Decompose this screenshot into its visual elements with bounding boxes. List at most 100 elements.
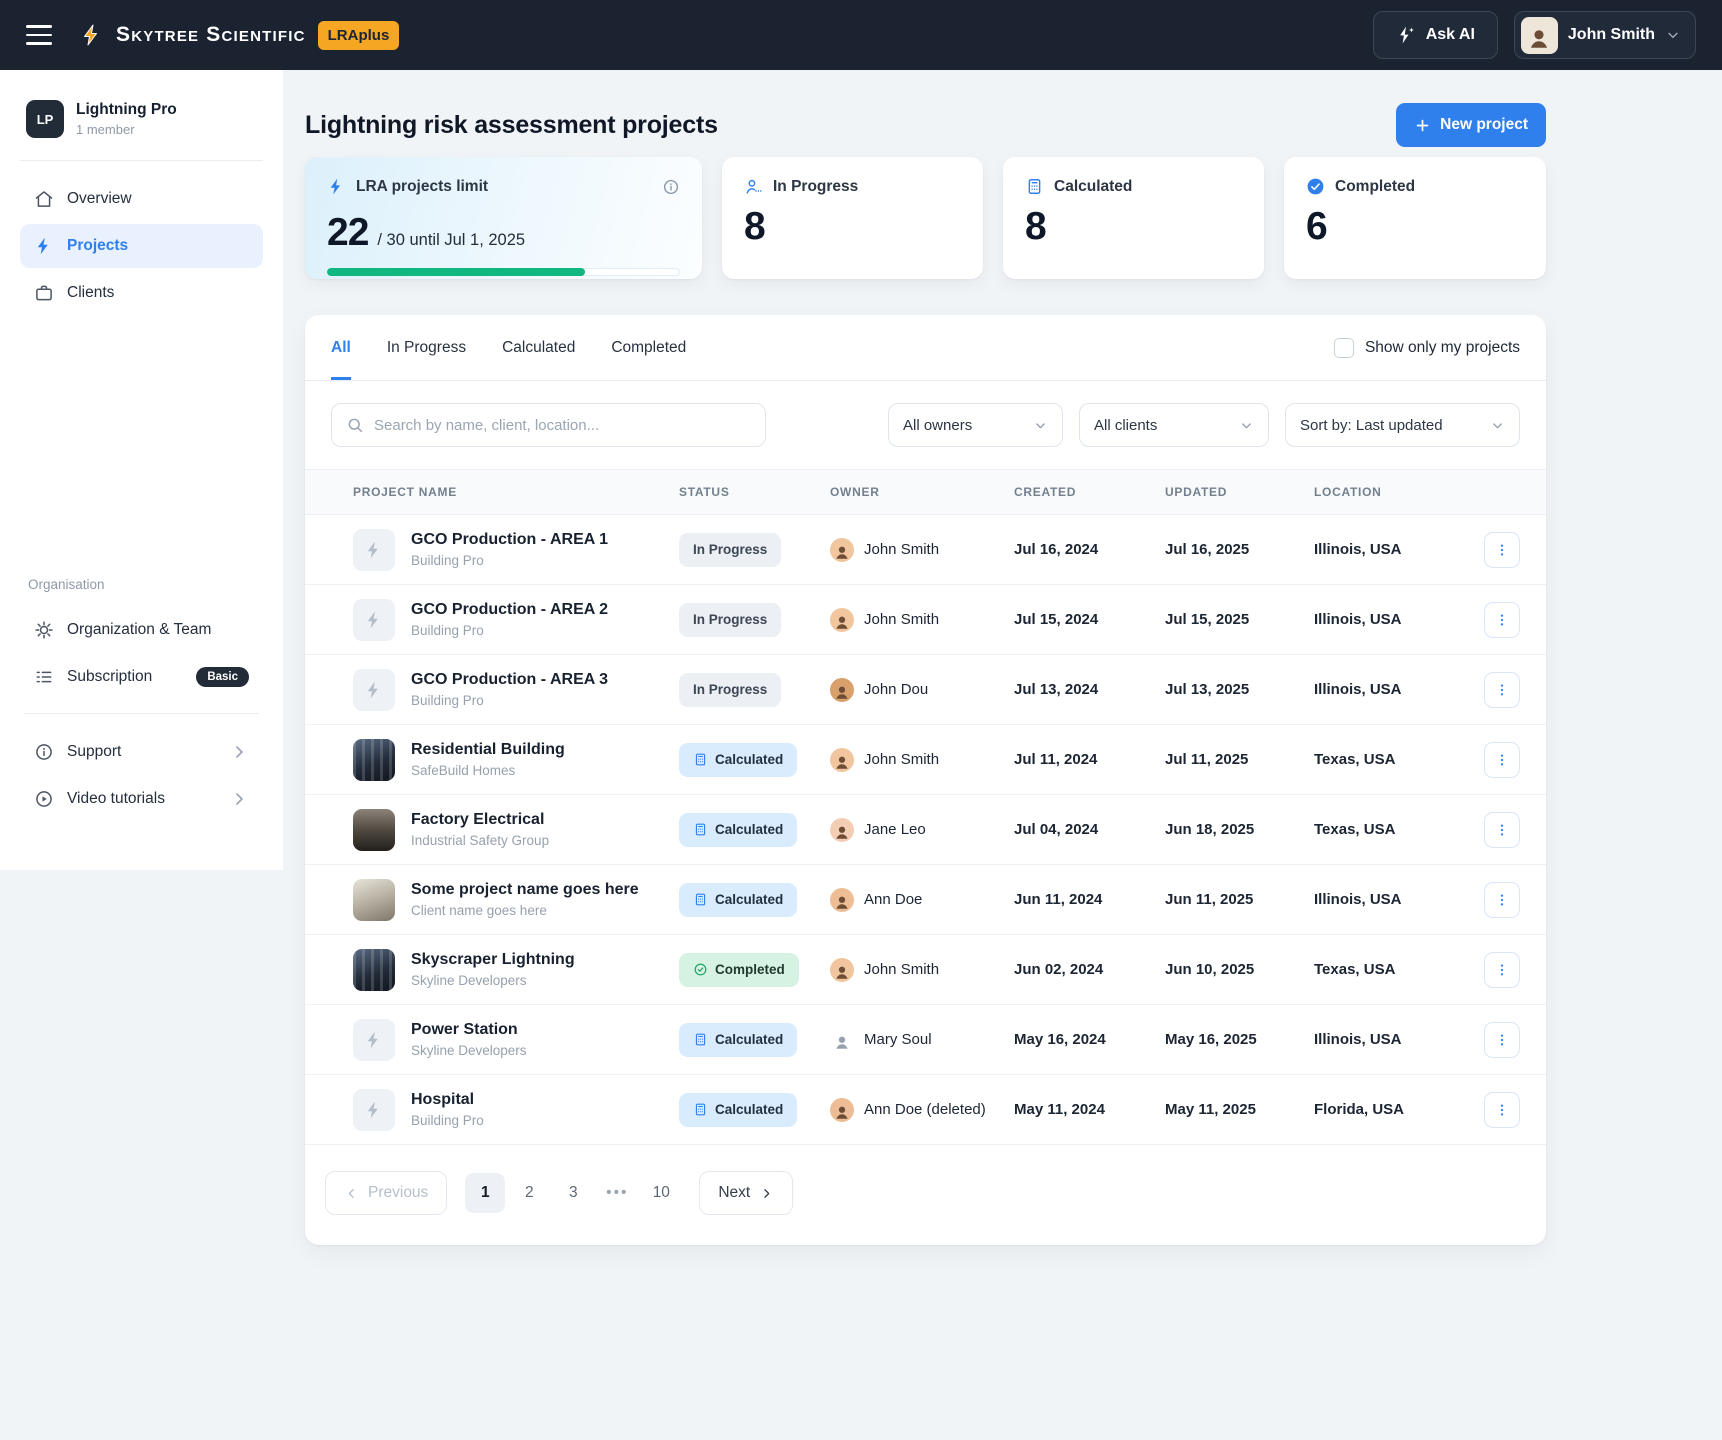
project-thumbnail bbox=[353, 669, 395, 711]
workspace-switcher[interactable]: LP Lightning Pro 1 member bbox=[20, 96, 263, 161]
row-actions-button[interactable] bbox=[1484, 672, 1520, 708]
owners-filter-select[interactable]: All owners bbox=[888, 403, 1063, 447]
row-actions-button[interactable] bbox=[1484, 952, 1520, 988]
bolt-icon bbox=[364, 540, 384, 560]
user-menu[interactable]: John Smith bbox=[1514, 11, 1696, 59]
project-name[interactable]: Some project name goes here bbox=[411, 881, 639, 899]
table-row[interactable]: Skyscraper Lightning Skyline Developers … bbox=[305, 935, 1546, 1005]
page-button-3[interactable]: 3 bbox=[553, 1173, 593, 1213]
table-row[interactable]: Factory Electrical Industrial Safety Gro… bbox=[305, 795, 1546, 865]
row-actions-button[interactable] bbox=[1484, 812, 1520, 848]
briefcase-icon bbox=[34, 283, 54, 303]
location-text: Illinois, USA bbox=[1314, 681, 1481, 698]
topbar-right: Ask AI John Smith bbox=[1373, 11, 1696, 59]
sort-select[interactable]: Sort by: Last updated bbox=[1285, 403, 1520, 447]
tab-all[interactable]: All bbox=[331, 315, 351, 380]
ask-ai-button[interactable]: Ask AI bbox=[1373, 11, 1498, 59]
previous-page-button[interactable]: Previous bbox=[325, 1171, 447, 1215]
row-actions-button[interactable] bbox=[1484, 532, 1520, 568]
owner-name: John Smith bbox=[864, 611, 939, 628]
table-row[interactable]: Power Station Skyline Developers Calcula… bbox=[305, 1005, 1546, 1075]
tab-in-progress[interactable]: In Progress bbox=[387, 315, 466, 380]
search-box bbox=[331, 403, 766, 447]
menu-icon[interactable] bbox=[26, 25, 52, 45]
owner-name: Ann Doe (deleted) bbox=[864, 1101, 986, 1118]
column-header: Project name bbox=[331, 485, 679, 499]
updated-date: Jul 13, 2025 bbox=[1165, 681, 1314, 698]
calculator-icon bbox=[693, 892, 708, 907]
owner-name: Jane Leo bbox=[864, 821, 926, 838]
page-title: Lightning risk assessment projects bbox=[305, 111, 718, 140]
status-label: Completed bbox=[715, 962, 785, 977]
status-badge: Calculated bbox=[679, 1023, 797, 1057]
dots-vertical-icon bbox=[1494, 612, 1510, 628]
owner-avatar bbox=[830, 538, 854, 562]
chevron-right-icon bbox=[229, 742, 249, 762]
person-icon bbox=[833, 823, 851, 841]
stat-card-label: Completed bbox=[1335, 178, 1415, 196]
row-actions-button[interactable] bbox=[1484, 1092, 1520, 1128]
row-actions-button[interactable] bbox=[1484, 602, 1520, 638]
page-button-10[interactable]: 10 bbox=[641, 1173, 681, 1213]
table-row[interactable]: Residential Building SafeBuild Homes Cal… bbox=[305, 725, 1546, 795]
info-icon[interactable] bbox=[662, 178, 680, 196]
sidebar-item-support[interactable]: Support bbox=[20, 730, 263, 774]
sidebar-item-label: Video tutorials bbox=[67, 790, 165, 808]
chevron-down-icon bbox=[1665, 27, 1681, 43]
project-name[interactable]: Residential Building bbox=[411, 741, 565, 759]
updated-date: Jul 15, 2025 bbox=[1165, 611, 1314, 628]
status-label: Calculated bbox=[715, 822, 783, 837]
search-input[interactable] bbox=[374, 417, 751, 434]
owner-avatar bbox=[830, 748, 854, 772]
gear-icon bbox=[34, 620, 54, 640]
tab-calculated[interactable]: Calculated bbox=[502, 315, 575, 380]
new-project-button[interactable]: New project bbox=[1396, 103, 1546, 147]
updated-date: May 16, 2025 bbox=[1165, 1031, 1314, 1048]
subscription-plan-badge: Basic bbox=[196, 667, 249, 687]
column-header: Owner bbox=[830, 485, 1014, 499]
sort-select-label: Sort by: Last updated bbox=[1300, 417, 1443, 434]
sidebar-item-projects[interactable]: Projects bbox=[20, 224, 263, 268]
sidebar-item-subscription[interactable]: Subscription Basic bbox=[20, 655, 263, 699]
page-button-2[interactable]: 2 bbox=[509, 1173, 549, 1213]
dots-vertical-icon bbox=[1494, 1102, 1510, 1118]
column-header: Updated bbox=[1165, 485, 1314, 499]
table-row[interactable]: GCO Production - AREA 1 Building Pro In … bbox=[305, 515, 1546, 585]
dots-vertical-icon bbox=[1494, 542, 1510, 558]
project-name[interactable]: GCO Production - AREA 2 bbox=[411, 601, 608, 619]
limit-card-label: LRA projects limit bbox=[356, 178, 488, 196]
project-name[interactable]: Power Station bbox=[411, 1021, 527, 1039]
table-row[interactable]: GCO Production - AREA 2 Building Pro In … bbox=[305, 585, 1546, 655]
row-actions-button[interactable] bbox=[1484, 742, 1520, 778]
topbar: Skytree Scientific LRAplus Ask AI John S… bbox=[0, 0, 1722, 70]
organisation-nav: Organization & Team Subscription Basic bbox=[20, 608, 263, 699]
dots-vertical-icon bbox=[1494, 822, 1510, 838]
clients-filter-select[interactable]: All clients bbox=[1079, 403, 1269, 447]
row-actions-button[interactable] bbox=[1484, 882, 1520, 918]
project-name[interactable]: Factory Electrical bbox=[411, 811, 549, 829]
chevron-right-icon bbox=[759, 1186, 774, 1201]
tab-completed[interactable]: Completed bbox=[611, 315, 686, 380]
table-row[interactable]: Some project name goes here Client name … bbox=[305, 865, 1546, 935]
sidebar-item-overview[interactable]: Overview bbox=[20, 177, 263, 221]
show-only-label: Show only my projects bbox=[1365, 339, 1520, 357]
next-page-button[interactable]: Next bbox=[699, 1171, 793, 1215]
person-icon bbox=[833, 893, 851, 911]
sidebar-item-clients[interactable]: Clients bbox=[20, 271, 263, 315]
workspace-avatar: LP bbox=[26, 100, 64, 138]
page-button-1[interactable]: 1 bbox=[465, 1173, 505, 1213]
project-name[interactable]: GCO Production - AREA 1 bbox=[411, 531, 608, 549]
stat-card-value: 6 bbox=[1306, 206, 1524, 249]
project-name[interactable]: Skyscraper Lightning bbox=[411, 951, 575, 969]
table-row[interactable]: Hospital Building Pro Calculated Ann Doe… bbox=[305, 1075, 1546, 1145]
project-name[interactable]: Hospital bbox=[411, 1091, 484, 1109]
row-actions-button[interactable] bbox=[1484, 1022, 1520, 1058]
project-client: Skyline Developers bbox=[411, 973, 575, 988]
ask-ai-bolt-icon bbox=[1396, 25, 1416, 45]
sidebar-item-organization-team[interactable]: Organization & Team bbox=[20, 608, 263, 652]
project-name[interactable]: GCO Production - AREA 3 bbox=[411, 671, 608, 689]
table-row[interactable]: GCO Production - AREA 3 Building Pro In … bbox=[305, 655, 1546, 725]
sidebar-item-video-tutorials[interactable]: Video tutorials bbox=[20, 777, 263, 821]
show-only-my-projects[interactable]: Show only my projects bbox=[1334, 315, 1520, 380]
show-only-my-projects-checkbox[interactable] bbox=[1334, 338, 1354, 358]
